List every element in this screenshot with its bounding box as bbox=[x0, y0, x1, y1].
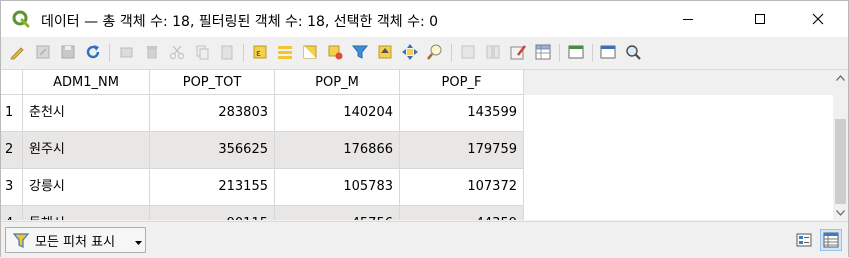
filter-icon bbox=[12, 233, 30, 248]
multi-edit-icon[interactable] bbox=[34, 43, 52, 61]
table-corner[interactable] bbox=[1, 70, 23, 95]
pan-to-selection-icon[interactable] bbox=[401, 43, 419, 61]
new-field-icon[interactable] bbox=[459, 43, 477, 61]
attribute-table-window: 데이터 — 총 객체 수: 18, 필터링된 객체 수: 18, 선택한 객체 … bbox=[0, 0, 849, 258]
delete-field-icon[interactable] bbox=[484, 43, 502, 61]
table-cell[interactable]: 90115 bbox=[150, 206, 275, 220]
minimize-button[interactable] bbox=[665, 1, 711, 37]
row-header[interactable]: 3 bbox=[1, 169, 23, 206]
conditional-format-icon[interactable] bbox=[534, 43, 552, 61]
vertical-scrollbar[interactable] bbox=[833, 70, 848, 220]
form-view-icon bbox=[796, 233, 812, 247]
form-view-button[interactable] bbox=[793, 229, 815, 251]
column-header-pop-tot[interactable]: POP_TOT bbox=[150, 70, 275, 95]
table-cell[interactable]: 283803 bbox=[150, 95, 275, 132]
table-cell[interactable]: 176866 bbox=[275, 132, 400, 169]
pencil-icon[interactable] bbox=[8, 43, 26, 61]
table-cell[interactable]: 107372 bbox=[400, 169, 524, 206]
table-cell[interactable]: 140204 bbox=[275, 95, 400, 132]
scroll-up-button[interactable] bbox=[833, 70, 848, 85]
attribute-table[interactable]: ADM1_NM POP_TOT POP_M POP_F 1 춘천시 283803… bbox=[1, 70, 833, 220]
bottom-bar: 모든 피처 표시 bbox=[1, 221, 848, 258]
chevron-down-icon bbox=[836, 209, 845, 216]
feature-filter-label: 모든 피처 표시 bbox=[35, 234, 116, 250]
table-view-icon bbox=[823, 232, 839, 248]
svg-text:ε: ε bbox=[256, 49, 261, 59]
feature-filter-button[interactable]: 모든 피처 표시 bbox=[5, 227, 146, 253]
close-icon bbox=[812, 13, 824, 25]
minimize-icon bbox=[683, 19, 693, 20]
select-by-expression-icon[interactable]: ε bbox=[251, 43, 269, 61]
cut-icon[interactable] bbox=[168, 43, 186, 61]
dock-icon[interactable] bbox=[567, 43, 585, 61]
scrollbar-thumb[interactable] bbox=[835, 119, 846, 204]
maximize-icon bbox=[755, 14, 765, 24]
actions-icon[interactable] bbox=[599, 43, 617, 61]
deselect-icon[interactable] bbox=[326, 43, 344, 61]
row-header[interactable]: 1 bbox=[1, 95, 23, 132]
column-header-pop-f[interactable]: POP_F bbox=[400, 70, 524, 95]
table-cell[interactable]: 356625 bbox=[150, 132, 275, 169]
copy-icon[interactable] bbox=[193, 43, 211, 61]
filter-select-icon[interactable] bbox=[351, 43, 369, 61]
scroll-down-button[interactable] bbox=[833, 205, 848, 220]
row-header[interactable]: 2 bbox=[1, 132, 23, 169]
table-cell[interactable]: 213155 bbox=[150, 169, 275, 206]
move-selection-top-icon[interactable] bbox=[376, 43, 394, 61]
table-cell[interactable]: 원주시 bbox=[23, 132, 150, 169]
table-cell[interactable]: 강릉시 bbox=[23, 169, 150, 206]
save-icon[interactable] bbox=[59, 43, 77, 61]
table-cell[interactable]: 143599 bbox=[400, 95, 524, 132]
add-feature-icon[interactable] bbox=[118, 43, 136, 61]
title-bar[interactable]: 데이터 — 총 객체 수: 18, 필터링된 객체 수: 18, 선택한 객체 … bbox=[1, 1, 848, 37]
table-cell[interactable]: 동해시 bbox=[23, 206, 150, 220]
field-calculator-icon[interactable] bbox=[509, 43, 527, 61]
select-all-icon[interactable] bbox=[276, 43, 294, 61]
column-header-pop-m[interactable]: POP_M bbox=[275, 70, 400, 95]
toolbar: ε bbox=[1, 37, 848, 70]
table-cell[interactable]: 춘천시 bbox=[23, 95, 150, 132]
chevron-up-icon bbox=[836, 74, 845, 81]
window-title: 데이터 — 총 객체 수: 18, 필터링된 객체 수: 18, 선택한 객체 … bbox=[41, 14, 439, 30]
reload-icon[interactable] bbox=[84, 43, 102, 61]
delete-icon[interactable] bbox=[143, 43, 161, 61]
table-cell[interactable]: 45756 bbox=[275, 206, 400, 220]
empty-header-area bbox=[524, 70, 833, 95]
table-cell[interactable]: 44359 bbox=[400, 206, 524, 220]
row-header[interactable]: 4 bbox=[1, 206, 23, 220]
dropdown-arrow-icon bbox=[135, 241, 142, 245]
close-button[interactable] bbox=[795, 1, 841, 37]
table-cell[interactable]: 105783 bbox=[275, 169, 400, 206]
table-cell[interactable]: 179759 bbox=[400, 132, 524, 169]
column-header-adm1-nm[interactable]: ADM1_NM bbox=[23, 70, 150, 95]
zoom-to-selection-icon[interactable] bbox=[426, 43, 444, 61]
maximize-button[interactable] bbox=[737, 1, 783, 37]
qgis-logo-icon bbox=[12, 10, 30, 28]
zoom-icon[interactable] bbox=[624, 43, 642, 61]
invert-selection-icon[interactable] bbox=[301, 43, 319, 61]
table-view-button[interactable] bbox=[820, 229, 842, 251]
paste-icon[interactable] bbox=[218, 43, 236, 61]
